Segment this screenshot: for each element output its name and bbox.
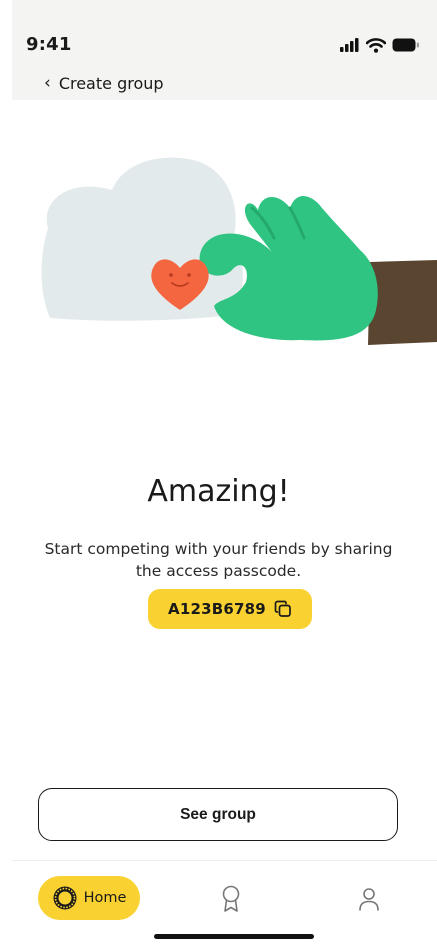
home-indicator bbox=[154, 934, 314, 939]
forearm-shape bbox=[368, 260, 437, 345]
status-icons bbox=[340, 37, 420, 53]
status-bar: 9:41 bbox=[26, 34, 426, 58]
back-navigation[interactable]: ‹ Create group bbox=[44, 72, 164, 94]
copy-icon[interactable] bbox=[274, 600, 292, 618]
subtitle: Start competing with your friends by sha… bbox=[44, 540, 393, 580]
tab-home[interactable]: Home bbox=[38, 876, 140, 920]
nav-title: Create group bbox=[58, 73, 164, 93]
passcode-text: A123B6789 bbox=[168, 600, 266, 618]
see-group-button[interactable]: See group bbox=[38, 788, 398, 841]
chevron-left-icon[interactable]: ‹ bbox=[44, 73, 51, 93]
status-time: 9:41 bbox=[26, 34, 72, 55]
passcode-copy-button[interactable]: A123B6789 bbox=[148, 589, 312, 629]
award-icon bbox=[222, 885, 240, 912]
sun-icon bbox=[53, 886, 77, 910]
wifi-icon bbox=[366, 37, 386, 53]
tab-awards[interactable] bbox=[218, 884, 244, 914]
tab-bar-divider bbox=[12, 860, 437, 861]
cellular-signal-icon bbox=[340, 38, 359, 52]
headline: Amazing! bbox=[147, 474, 290, 509]
battery-icon bbox=[392, 38, 419, 52]
tab-home-label: Home bbox=[83, 890, 127, 906]
tab-profile[interactable] bbox=[356, 884, 382, 914]
celebration-illustration bbox=[41, 157, 437, 345]
user-icon bbox=[359, 888, 379, 911]
